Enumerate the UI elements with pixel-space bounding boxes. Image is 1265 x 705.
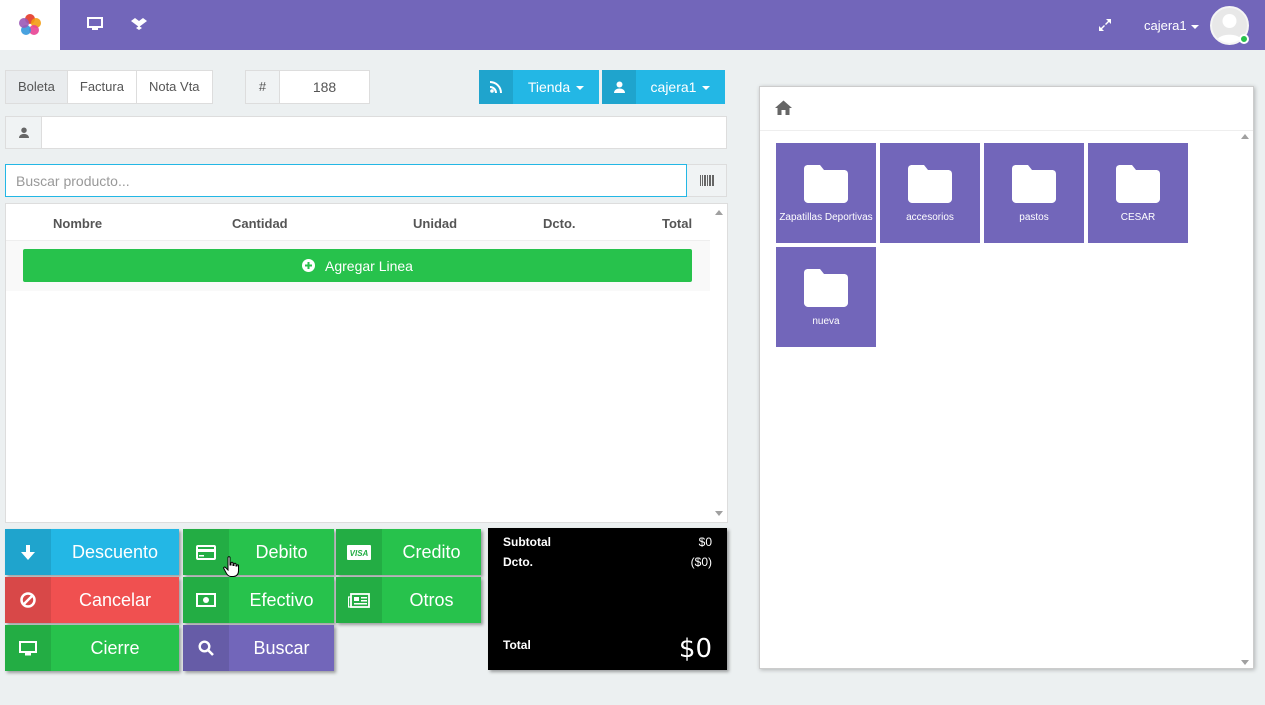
category-label: Zapatillas Deportivas xyxy=(779,212,873,223)
table-scrollbar[interactable] xyxy=(710,204,727,522)
ban-icon xyxy=(5,577,51,623)
add-line-button[interactable]: Agregar Linea xyxy=(23,249,692,282)
dcto-value: ($0) xyxy=(690,555,712,569)
arrow-down-icon xyxy=(5,529,51,575)
home-icon[interactable] xyxy=(775,100,792,115)
otros-label: Otros xyxy=(409,590,454,610)
tienda-dropdown-button[interactable]: Tienda xyxy=(479,70,599,104)
user-icon xyxy=(602,70,636,104)
categories-panel: Zapatillas Deportivas accesorios pastos … xyxy=(759,86,1254,669)
tienda-label: Tienda xyxy=(527,79,571,95)
efectivo-button[interactable]: Efectivo xyxy=(183,577,334,623)
subtotal-label: Subtotal xyxy=(503,535,551,549)
logo[interactable] xyxy=(0,0,60,50)
folder-icon xyxy=(804,165,848,203)
buscar-button[interactable]: Buscar xyxy=(183,625,334,671)
debito-label: Debito xyxy=(255,542,308,562)
expand-icon[interactable] xyxy=(1098,18,1112,35)
category-label: CESAR xyxy=(1120,212,1156,223)
category-folder[interactable]: accesorios xyxy=(880,143,980,243)
barcode-icon[interactable] xyxy=(687,164,727,197)
scroll-down-icon[interactable] xyxy=(1241,660,1249,665)
product-search-input[interactable] xyxy=(5,164,687,197)
document-number-group: # 188 xyxy=(245,70,370,104)
categories-scrollbar[interactable] xyxy=(1238,131,1253,669)
table-header: Nombre Cantidad Unidad Dcto. Total xyxy=(6,204,711,241)
document-type-tabs: Boleta Factura Nota Vta xyxy=(5,70,213,104)
efectivo-label: Efectivo xyxy=(249,590,314,610)
svg-text:VISA: VISA xyxy=(350,549,369,558)
plus-circle-icon xyxy=(302,259,316,272)
folder-icon xyxy=(804,269,848,307)
hash-label: # xyxy=(246,71,280,103)
tab-boleta[interactable]: Boleta xyxy=(6,71,68,103)
tab-nota-vta[interactable]: Nota Vta xyxy=(137,71,212,103)
flower-logo-icon xyxy=(19,14,41,35)
totals-panel: Subtotal $0 Dcto. ($0) Total $0 xyxy=(488,528,727,670)
product-search-group xyxy=(5,164,727,197)
user-name-label: cajera1 xyxy=(1144,18,1187,33)
visa-card-icon: VISA xyxy=(336,529,382,575)
client-field[interactable] xyxy=(42,117,726,148)
descuento-label: Descuento xyxy=(71,542,159,562)
desktop-icon xyxy=(5,625,51,671)
scroll-up-icon[interactable] xyxy=(715,210,723,215)
subtotal-value: $0 xyxy=(698,535,712,549)
category-folder[interactable]: CESAR xyxy=(1088,143,1188,243)
cancelar-label: Cancelar xyxy=(78,590,152,610)
cierre-button[interactable]: Cierre xyxy=(5,625,179,671)
category-label: nueva xyxy=(812,316,840,327)
categories-header xyxy=(760,87,1253,131)
caret-down-icon xyxy=(576,86,585,91)
category-label: pastos xyxy=(1019,212,1049,223)
scroll-down-icon[interactable] xyxy=(715,511,723,516)
user-button-label: cajera1 xyxy=(650,79,697,95)
user-menu[interactable]: cajera1 xyxy=(1144,18,1199,33)
dropbox-icon[interactable] xyxy=(131,17,147,34)
online-status-dot xyxy=(1239,34,1249,44)
document-number-field[interactable]: 188 xyxy=(280,71,369,103)
caret-down-icon xyxy=(1190,24,1199,29)
cancelar-button[interactable]: Cancelar xyxy=(5,577,179,623)
user-dropdown-button[interactable]: cajera1 xyxy=(602,70,725,104)
buscar-label: Buscar xyxy=(253,638,310,658)
caret-down-icon xyxy=(702,86,711,91)
column-unidad: Unidad xyxy=(413,216,458,231)
column-total: Total xyxy=(662,216,693,231)
category-folder[interactable]: pastos xyxy=(984,143,1084,243)
category-folder[interactable]: Zapatillas Deportivas xyxy=(776,143,876,243)
tab-factura[interactable]: Factura xyxy=(68,71,137,103)
search-icon xyxy=(183,625,229,671)
hand-cursor-icon xyxy=(223,556,239,577)
credito-label: Credito xyxy=(402,542,461,562)
cierre-label: Cierre xyxy=(90,638,140,658)
total-label: Total xyxy=(503,638,531,652)
user-icon xyxy=(6,117,42,148)
descuento-button[interactable]: Descuento xyxy=(5,529,179,575)
client-input-group xyxy=(5,116,727,149)
money-icon xyxy=(183,577,229,623)
category-folder[interactable]: nueva xyxy=(776,247,876,347)
category-label: accesorios xyxy=(906,212,954,223)
order-lines-table: Nombre Cantidad Unidad Dcto. Total Agreg… xyxy=(5,203,728,523)
newspaper-icon xyxy=(336,577,382,623)
credito-button[interactable]: VISA Credito xyxy=(336,529,481,575)
folder-icon xyxy=(1116,165,1160,203)
add-line-label: Agregar Linea xyxy=(325,257,413,274)
column-dcto: Dcto. xyxy=(543,216,576,231)
top-navbar: cajera1 xyxy=(0,0,1265,50)
scroll-up-icon[interactable] xyxy=(1241,134,1249,139)
otros-button[interactable]: Otros xyxy=(336,577,481,623)
total-value: $0 xyxy=(678,634,712,664)
folder-icon xyxy=(1012,165,1056,203)
column-cantidad: Cantidad xyxy=(232,216,288,231)
rss-icon xyxy=(479,70,513,104)
debito-button[interactable]: Debito xyxy=(183,529,334,575)
folder-icon xyxy=(908,165,952,203)
dcto-label: Dcto. xyxy=(503,555,533,569)
desktop-icon[interactable] xyxy=(87,17,103,34)
column-nombre: Nombre xyxy=(53,216,103,231)
